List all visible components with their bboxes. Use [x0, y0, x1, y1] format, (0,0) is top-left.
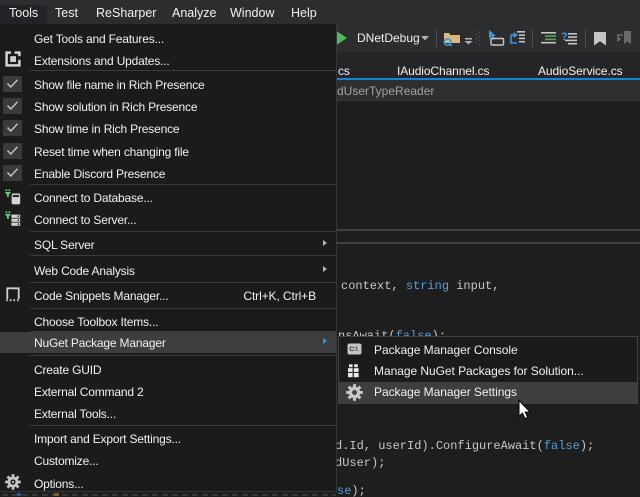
svg-text:C:\: C:\ — [349, 346, 358, 353]
